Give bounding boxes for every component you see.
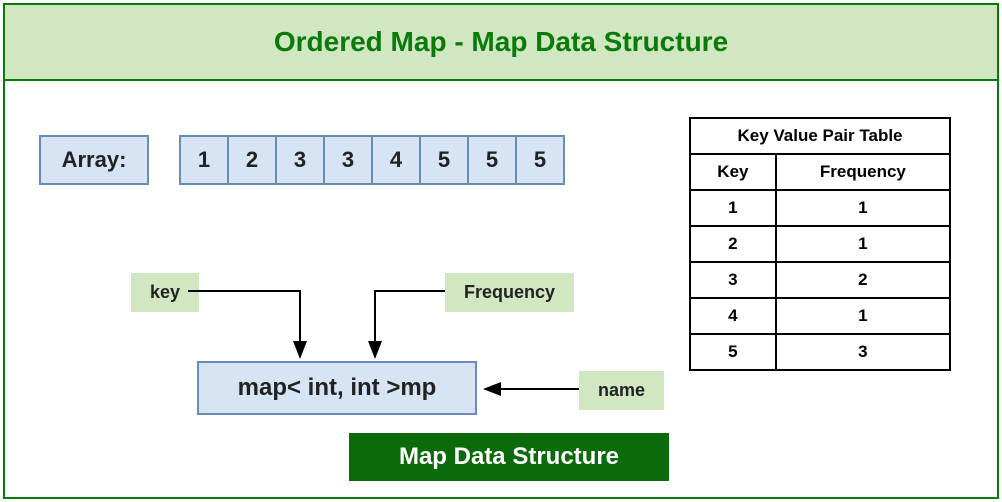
array-cell: 3 <box>323 135 373 185</box>
annotation-name: name <box>579 371 664 410</box>
array-cell: 5 <box>515 135 565 185</box>
array-cell: 2 <box>227 135 277 185</box>
table-cell-freq: 3 <box>776 334 950 370</box>
table-cell-key: 4 <box>690 298 776 334</box>
table-row: 4 1 <box>690 298 950 334</box>
table-row: 1 1 <box>690 190 950 226</box>
table-header-row: Key Frequency <box>690 154 950 190</box>
table-title: Key Value Pair Table <box>690 118 950 154</box>
annotation-key: key <box>131 273 199 312</box>
bottom-label: Map Data Structure <box>349 433 669 481</box>
table-cell-freq: 1 <box>776 190 950 226</box>
table-title-row: Key Value Pair Table <box>690 118 950 154</box>
array-cells: 1 2 3 3 4 5 5 5 <box>179 135 565 185</box>
table-cell-key: 5 <box>690 334 776 370</box>
annotation-frequency: Frequency <box>445 273 574 312</box>
table-cell-key: 1 <box>690 190 776 226</box>
table-row: 5 3 <box>690 334 950 370</box>
table-cell-key: 2 <box>690 226 776 262</box>
page-title: Ordered Map - Map Data Structure <box>5 5 997 81</box>
table-cell-freq: 2 <box>776 262 950 298</box>
table-header-frequency: Frequency <box>776 154 950 190</box>
table-row: 2 1 <box>690 226 950 262</box>
array-cell: 4 <box>371 135 421 185</box>
array-cell: 5 <box>419 135 469 185</box>
map-declaration: map< int, int >mp <box>197 361 477 415</box>
table-header-key: Key <box>690 154 776 190</box>
array-cell: 5 <box>467 135 517 185</box>
diagram-content: Array: 1 2 3 3 4 5 5 5 key Frequency nam… <box>5 81 997 497</box>
table-cell-key: 3 <box>690 262 776 298</box>
table-cell-freq: 1 <box>776 298 950 334</box>
array-label: Array: <box>39 135 149 185</box>
key-value-table: Key Value Pair Table Key Frequency 1 1 2… <box>689 117 951 371</box>
array-cell: 1 <box>179 135 229 185</box>
diagram-container: Ordered Map - Map Data Structure Array: … <box>3 3 999 499</box>
array-cell: 3 <box>275 135 325 185</box>
table-cell-freq: 1 <box>776 226 950 262</box>
table-row: 3 2 <box>690 262 950 298</box>
